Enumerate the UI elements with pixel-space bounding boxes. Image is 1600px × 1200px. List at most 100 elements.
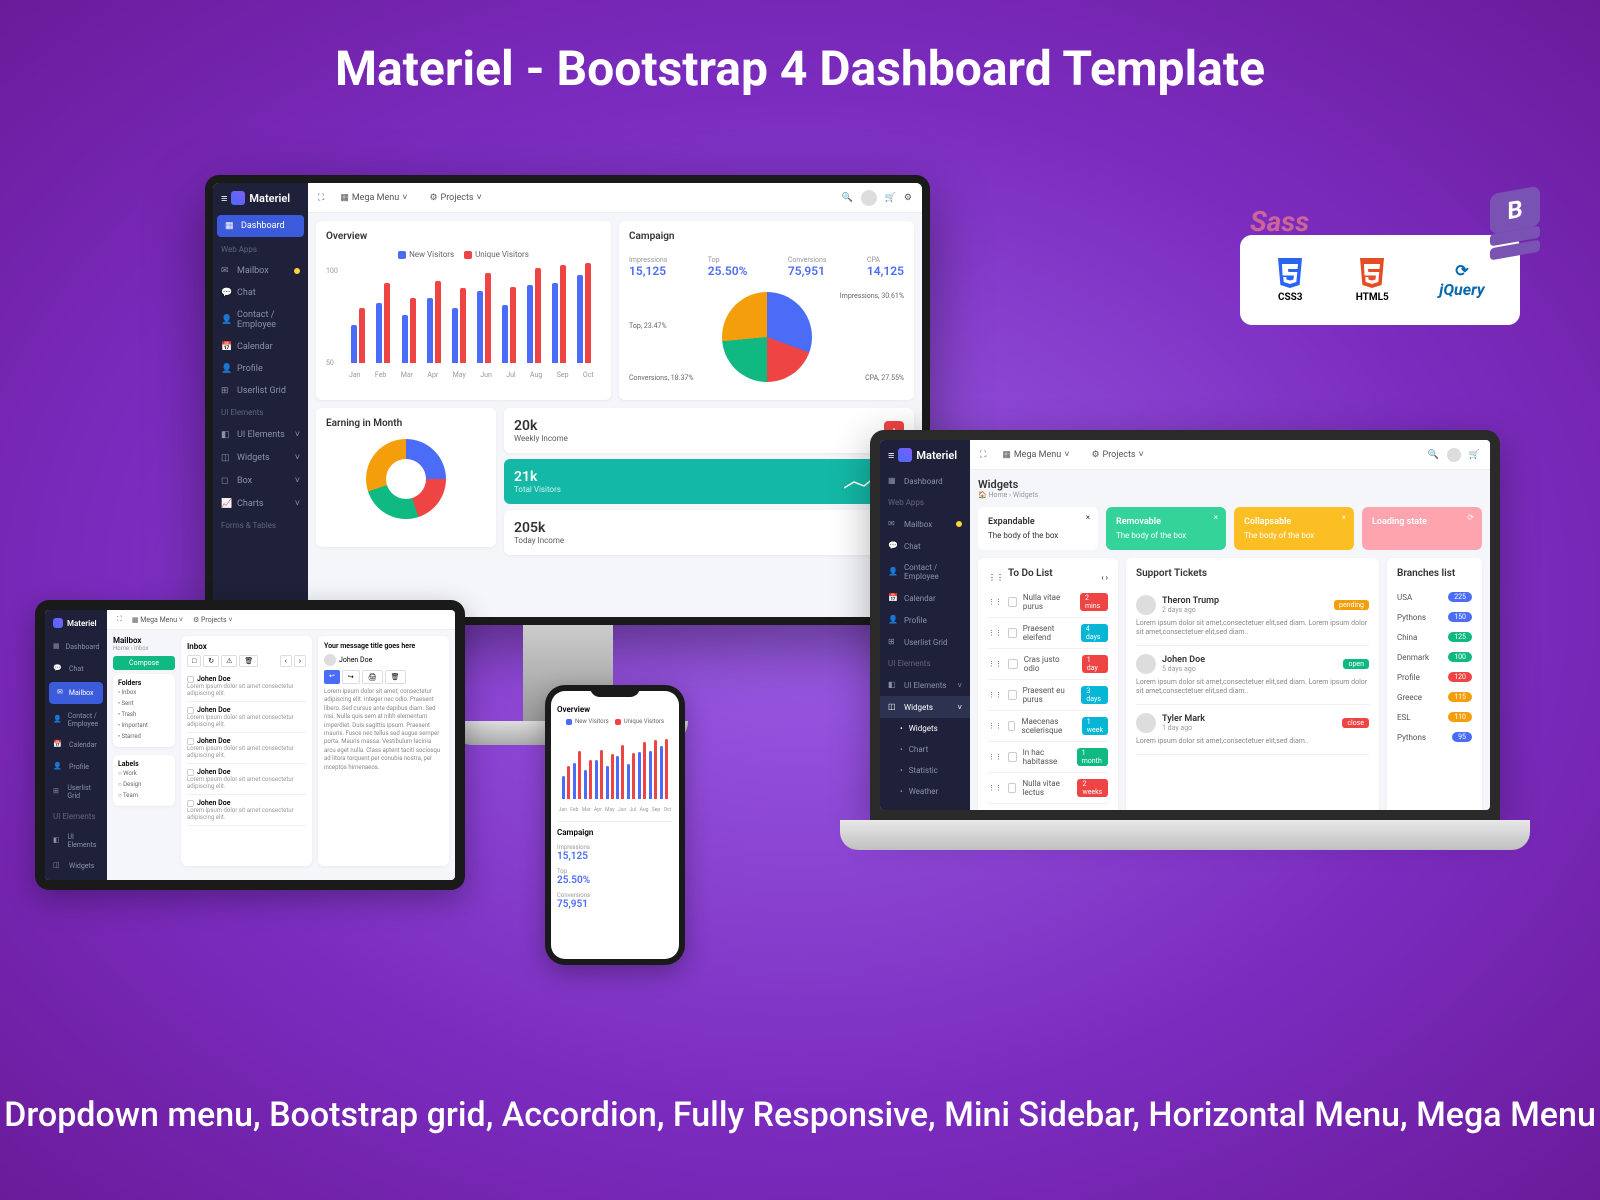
close-icon[interactable]: × (1086, 513, 1090, 522)
cart-icon[interactable]: 🛒 (1469, 450, 1480, 460)
nav-mailbox[interactable]: ✉Mailbox (880, 513, 970, 535)
toolbar-btn[interactable]: ↻ (203, 655, 219, 667)
checkbox[interactable] (1008, 659, 1018, 669)
print-button[interactable]: 🖨 (362, 670, 383, 684)
fullscreen-icon[interactable]: ⛶ (318, 193, 324, 203)
nav-mailbox[interactable]: ✉Mailbox (49, 682, 103, 704)
toolbar-btn[interactable]: ⚠ (221, 655, 237, 667)
nav-contact[interactable]: 👤Contact / Employee (880, 557, 970, 587)
nav-calendar[interactable]: 📅Calendar (45, 734, 107, 756)
todo-item[interactable]: ⋮⋮Praesent eleifend4 days (988, 618, 1108, 649)
folder-item[interactable]: • Trash (118, 709, 170, 720)
brand[interactable]: ≡Materiel (213, 183, 308, 213)
nav-box[interactable]: ◻Box˅ (213, 469, 308, 492)
reply-button[interactable]: ↩ (324, 670, 340, 684)
label-item[interactable]: ○ Work (118, 768, 170, 779)
card-controls[interactable]: ‹ › (1101, 573, 1108, 582)
nav-ui-elements[interactable]: ◧UI Elements˅ (880, 674, 970, 696)
nav-widgets[interactable]: ◫Widgets˅ (880, 696, 970, 718)
close-icon[interactable]: ⟳ (1467, 513, 1474, 522)
checkbox[interactable] (1008, 783, 1016, 793)
nav-charts[interactable]: 📈Charts˅ (213, 492, 308, 515)
gear-icon[interactable]: ⚙ (904, 193, 912, 203)
nav-sub-statistic[interactable]: •Statistic (880, 760, 970, 781)
avatar[interactable] (861, 190, 877, 206)
nav-widgets[interactable]: ◫Widgets˅ (213, 446, 308, 469)
menu-icon[interactable]: ≡ (221, 192, 227, 205)
nav-profile[interactable]: 👤Profile (880, 609, 970, 631)
drag-icon[interactable]: ⋮⋮ (988, 753, 1002, 761)
cart-icon[interactable]: 🛒 (885, 193, 896, 203)
branch-item[interactable]: Pythons95 (1397, 727, 1472, 747)
mega-menu-dropdown[interactable]: ▦ Mega Menu ˅ (996, 446, 1075, 463)
forward-button[interactable]: ↪ (342, 670, 360, 684)
folder-item[interactable]: • Starred (118, 731, 170, 742)
projects-dropdown[interactable]: ⚙ Projects ˅ (193, 616, 233, 624)
menu-icon[interactable]: ≡ (888, 449, 894, 462)
search-icon[interactable]: 🔍 (1428, 450, 1439, 460)
mail-item[interactable]: Johen DoeLorem ipsum dolor sit amet cons… (187, 671, 306, 702)
mail-item[interactable]: Johen DoeLorem ipsum dolor sit amet cons… (187, 764, 306, 795)
prev-button[interactable]: ‹ (280, 655, 292, 667)
toolbar-btn[interactable]: 🗑 (239, 655, 258, 667)
drag-icon[interactable]: ⋮⋮ (988, 598, 1002, 606)
nav-calendar[interactable]: 📅Calendar (213, 336, 308, 358)
mail-item[interactable]: Johen DoeLorem ipsum dolor sit amet cons… (187, 795, 306, 826)
nav-contact[interactable]: 👤Contact / Employee (213, 304, 308, 336)
label-item[interactable]: ○ Team (118, 790, 170, 801)
avatar[interactable] (1447, 448, 1461, 462)
nav-dashboard[interactable]: ▦Dashboard (880, 470, 970, 492)
branch-item[interactable]: Pythons150 (1397, 607, 1472, 627)
nav-ui-elements[interactable]: ◧UI Elements (45, 827, 107, 855)
branch-item[interactable]: Greece115 (1397, 687, 1472, 707)
branch-item[interactable]: China125 (1397, 627, 1472, 647)
nav-sub-chart[interactable]: •Chart (880, 739, 970, 760)
drag-icon[interactable]: ⋮⋮ (988, 660, 1002, 668)
nav-chat[interactable]: 💬Chat (45, 658, 107, 680)
checkbox[interactable] (1008, 690, 1017, 700)
nav-profile[interactable]: 👤Profile (45, 756, 107, 778)
nav-userlist[interactable]: ⊞Userlist Grid (45, 778, 107, 806)
close-icon[interactable]: × (1342, 513, 1346, 522)
nav-sub-weather[interactable]: •Weather (880, 781, 970, 802)
mega-menu-dropdown[interactable]: ▦Mega Menu ˅ (334, 189, 413, 206)
nav-chat[interactable]: 💬Chat (213, 282, 308, 304)
fullscreen-icon[interactable]: ⛶ (117, 615, 122, 624)
ticket-item[interactable]: Tyler Mark1 day agocloseLorem ipsum dolo… (1136, 705, 1369, 755)
drag-icon[interactable]: ⋮⋮ (988, 691, 1002, 699)
branch-item[interactable]: Profile120 (1397, 667, 1472, 687)
todo-item[interactable]: ⋮⋮Maecenas scelerisque1 week (988, 711, 1108, 742)
folder-item[interactable]: • Inbox (118, 687, 170, 698)
mega-menu-dropdown[interactable]: ▦ Mega Menu ˅ (132, 616, 183, 624)
todo-item[interactable]: ⋮⋮Nulla vitae purus2 mins (988, 587, 1108, 618)
close-icon[interactable]: × (1214, 513, 1218, 522)
checkbox[interactable] (1008, 752, 1017, 762)
nav-ui-elements[interactable]: ◧UI Elements˅ (213, 423, 308, 446)
nav-calendar[interactable]: 📅Calendar (880, 587, 970, 609)
todo-item[interactable]: ⋮⋮Praesent eu auctor4 hours (988, 804, 1108, 810)
toolbar-btn[interactable]: □ (187, 655, 201, 667)
label-item[interactable]: ○ Design (118, 779, 170, 790)
search-icon[interactable]: 🔍 (841, 193, 852, 203)
nav-contact[interactable]: 👤Contact / Employee (45, 706, 107, 734)
drag-icon[interactable]: ⋮⋮ (988, 629, 1002, 637)
nav-chat[interactable]: 💬Chat (880, 535, 970, 557)
todo-item[interactable]: ⋮⋮In hac habitasse1 month (988, 742, 1108, 773)
brand[interactable]: ≡Materiel (880, 440, 970, 470)
nav-box[interactable]: ◻Box˅ (880, 802, 970, 810)
nav-box[interactable]: ◻Box (45, 877, 107, 880)
todo-item[interactable]: ⋮⋮Cras justo odio1 day (988, 649, 1108, 680)
fullscreen-icon[interactable]: ⛶ (980, 450, 986, 460)
projects-dropdown[interactable]: ⚙ Projects ˅ (1085, 446, 1149, 463)
nav-userlist[interactable]: ⊞Userlist Grid (880, 631, 970, 653)
drag-icon[interactable]: ⋮⋮ (988, 784, 1002, 792)
nav-dashboard[interactable]: ▦Dashboard (217, 215, 304, 237)
nav-dashboard[interactable]: ▦Dashboard (45, 636, 107, 658)
branch-item[interactable]: USA225 (1397, 587, 1472, 607)
drag-icon[interactable]: ⋮⋮ (988, 722, 1002, 730)
nav-userlist[interactable]: ⊞Userlist Grid (213, 380, 308, 402)
nav-mailbox[interactable]: ✉Mailbox (213, 260, 308, 282)
brand[interactable]: Materiel (45, 610, 107, 636)
todo-item[interactable]: ⋮⋮Praesent eu purus3 days (988, 680, 1108, 711)
checkbox[interactable] (1008, 628, 1017, 638)
